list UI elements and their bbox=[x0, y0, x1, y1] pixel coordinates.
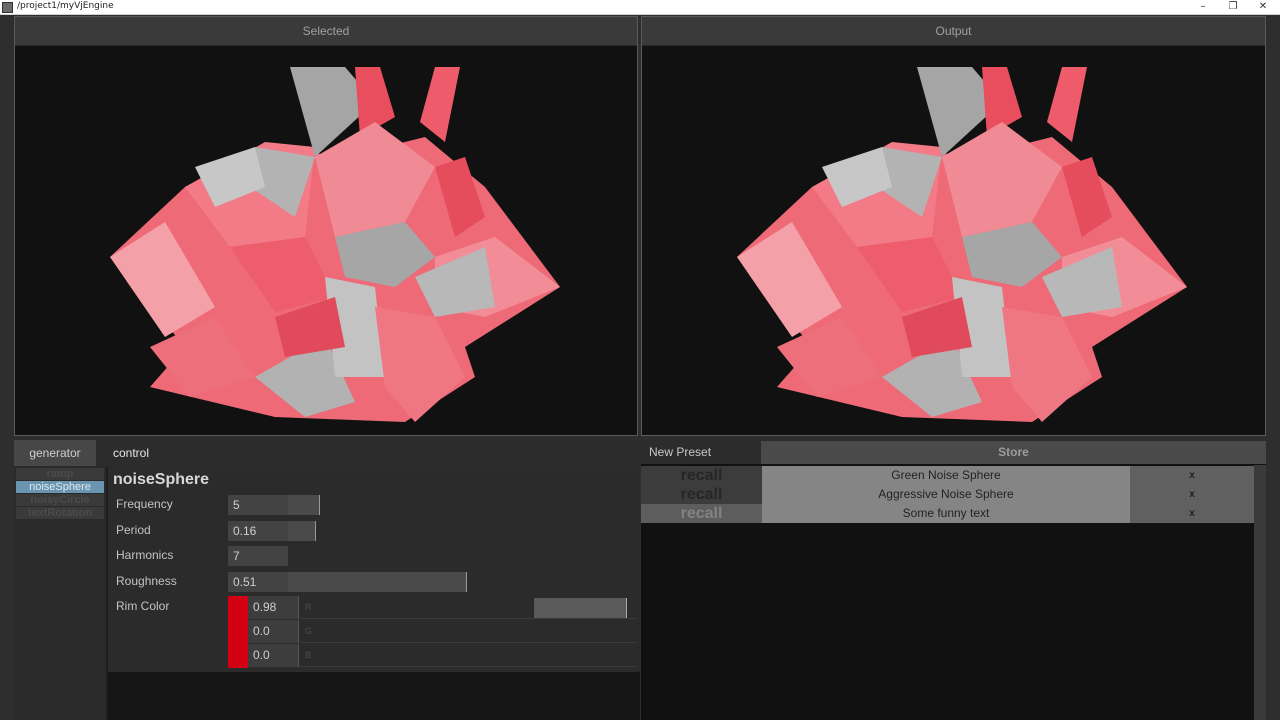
param-label-period: Period bbox=[116, 523, 151, 537]
preset-header: New Preset Store bbox=[641, 440, 1266, 464]
frequency-slider[interactable]: 5 bbox=[228, 495, 638, 515]
preset-scrollbar[interactable] bbox=[1254, 465, 1266, 720]
window-title: /project1/myVjEngine bbox=[17, 1, 114, 11]
preset-name[interactable]: Green Noise Sphere bbox=[762, 466, 1130, 485]
generator-list: ramp noiseSphere noisyCircle textRotatio… bbox=[14, 466, 106, 720]
rim-color-swatch[interactable] bbox=[228, 596, 248, 668]
recall-button[interactable]: recall bbox=[641, 466, 762, 485]
preset-row: recall Aggressive Noise Sphere x bbox=[641, 485, 1254, 504]
generator-item-noisycircle[interactable]: noisyCircle bbox=[16, 494, 104, 506]
period-slider[interactable]: 0.16 bbox=[228, 521, 638, 541]
output-render bbox=[737, 67, 1187, 422]
app-icon bbox=[2, 2, 13, 13]
param-label-roughness: Roughness bbox=[116, 574, 177, 588]
selected-viewport-label: Selected bbox=[15, 17, 637, 46]
generator-item-textrotation[interactable]: textRotation bbox=[16, 507, 104, 519]
period-track[interactable] bbox=[288, 521, 638, 541]
control-area-empty bbox=[108, 672, 640, 720]
selected-render bbox=[110, 67, 560, 422]
generator-control-panel: generator control ramp noiseSphere noisy… bbox=[14, 440, 640, 720]
tab-generator[interactable]: generator bbox=[14, 440, 96, 466]
rim-color-b-value[interactable]: 0.0 bbox=[248, 644, 299, 667]
frequency-fill bbox=[288, 495, 320, 515]
control-area: noiseSphere Frequency 5 Period 0.16 Harm… bbox=[108, 466, 640, 720]
preset-name[interactable]: Some funny text bbox=[762, 504, 1130, 523]
store-button[interactable]: Store bbox=[761, 441, 1266, 464]
delete-preset-button[interactable]: x bbox=[1130, 485, 1254, 504]
roughness-track[interactable] bbox=[288, 572, 638, 592]
roughness-slider[interactable]: 0.51 bbox=[228, 572, 638, 592]
app-frame: Selected Output generator control ramp n… bbox=[0, 15, 1280, 720]
harmonics-track[interactable] bbox=[288, 546, 638, 566]
new-preset-input[interactable]: New Preset bbox=[649, 440, 711, 464]
rim-color-r-fill bbox=[534, 598, 628, 618]
minimize-button[interactable]: – bbox=[1188, 0, 1218, 15]
preset-panel: New Preset Store recall Green Noise Sphe… bbox=[641, 440, 1266, 720]
rim-color-r-slider[interactable]: 0.98 R bbox=[248, 596, 638, 619]
delete-preset-button[interactable]: x bbox=[1130, 504, 1254, 523]
close-button[interactable]: ✕ bbox=[1248, 0, 1278, 15]
param-label-frequency: Frequency bbox=[116, 497, 173, 511]
selected-viewport[interactable]: Selected bbox=[14, 16, 638, 436]
recall-button[interactable]: recall bbox=[641, 504, 762, 523]
period-value[interactable]: 0.16 bbox=[228, 521, 288, 541]
param-label-harmonics: Harmonics bbox=[116, 548, 174, 562]
period-fill bbox=[288, 521, 316, 541]
rim-color-g-slider[interactable]: 0.0 G bbox=[248, 620, 638, 643]
output-viewport[interactable]: Output bbox=[641, 16, 1266, 436]
generator-item-noisesphere[interactable]: noiseSphere bbox=[16, 481, 104, 493]
preset-row: recall Some funny text x bbox=[641, 504, 1254, 523]
harmonics-slider[interactable]: 7 bbox=[228, 546, 638, 566]
preset-row: recall Green Noise Sphere x bbox=[641, 466, 1254, 485]
param-label-rim-color: Rim Color bbox=[116, 599, 170, 613]
rim-color-b-slider[interactable]: 0.0 B bbox=[248, 644, 638, 667]
delete-preset-button[interactable]: x bbox=[1130, 466, 1254, 485]
tab-control[interactable]: control bbox=[96, 440, 166, 466]
title-bar: /project1/myVjEngine – ❐ ✕ bbox=[0, 0, 1280, 15]
control-title: noiseSphere bbox=[113, 471, 210, 488]
output-viewport-label: Output bbox=[642, 17, 1265, 46]
rim-color-r-value[interactable]: 0.98 bbox=[248, 596, 299, 619]
preset-name[interactable]: Aggressive Noise Sphere bbox=[762, 485, 1130, 504]
roughness-fill bbox=[288, 572, 467, 592]
rim-color-b-label: B bbox=[305, 650, 312, 660]
harmonics-value[interactable]: 7 bbox=[228, 546, 288, 566]
frequency-value[interactable]: 5 bbox=[228, 495, 288, 515]
rim-color-g-label: G bbox=[305, 626, 313, 636]
rim-color-r-label: R bbox=[305, 602, 312, 612]
frequency-track[interactable] bbox=[288, 495, 638, 515]
rim-color-g-value[interactable]: 0.0 bbox=[248, 620, 299, 643]
restore-button[interactable]: ❐ bbox=[1218, 0, 1248, 15]
panel-tabs: generator control bbox=[14, 440, 640, 466]
roughness-value[interactable]: 0.51 bbox=[228, 572, 288, 592]
recall-button[interactable]: recall bbox=[641, 485, 762, 504]
generator-item-ramp[interactable]: ramp bbox=[16, 468, 104, 480]
